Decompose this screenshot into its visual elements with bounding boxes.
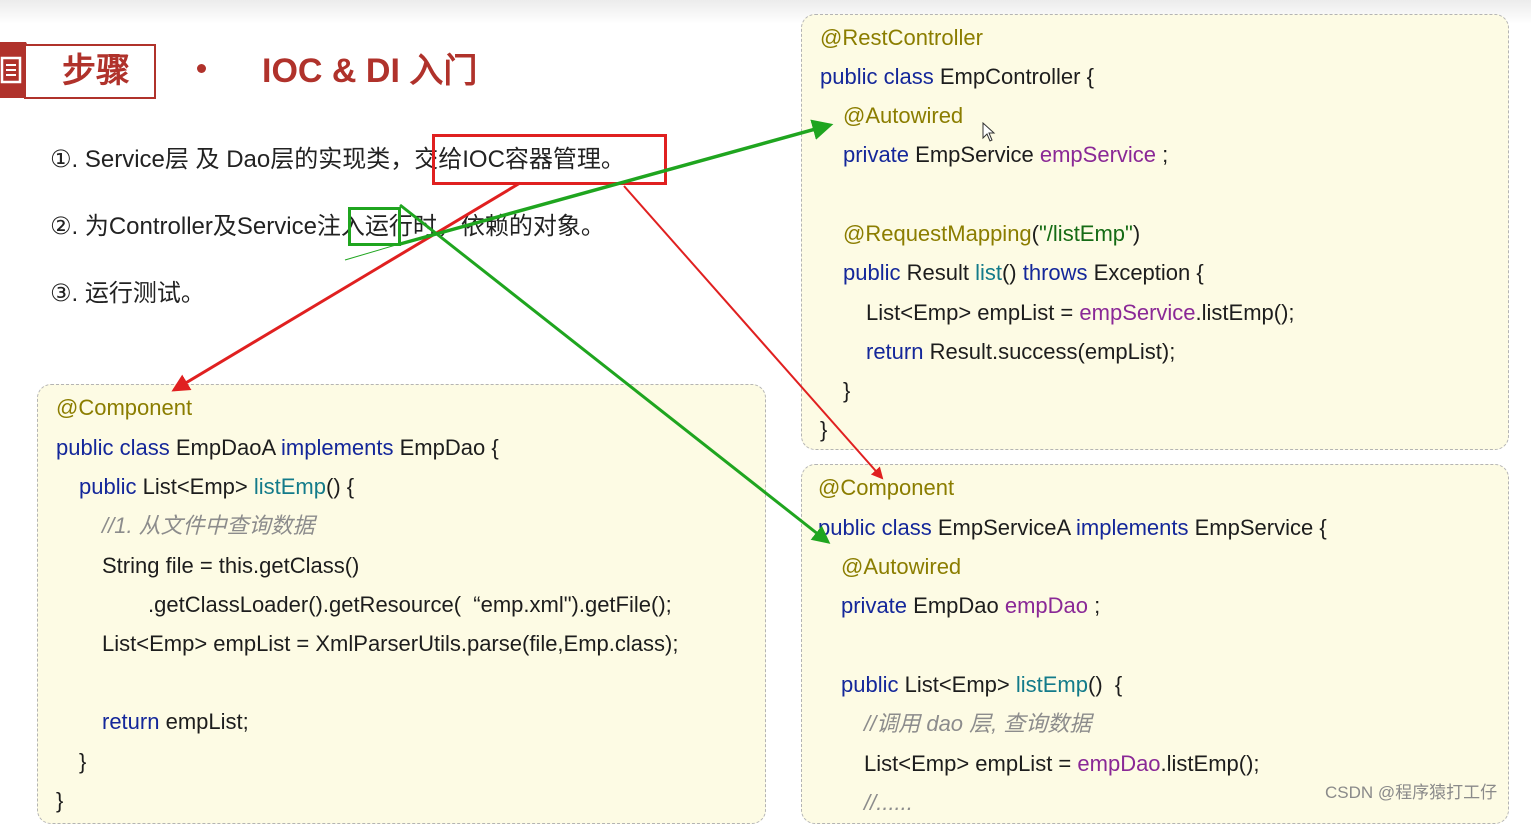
green-thin-line [344,231,441,261]
cursor-icon [982,122,996,142]
watermark: CSDN @程序猿打工仔 [1325,783,1498,802]
red-arrow-to-dao [171,181,521,392]
green-arrow-to-service [399,203,831,544]
red-arrow-to-service [623,185,884,480]
green-arrow-to-controller [399,119,834,246]
arrow-overlay [171,119,884,544]
